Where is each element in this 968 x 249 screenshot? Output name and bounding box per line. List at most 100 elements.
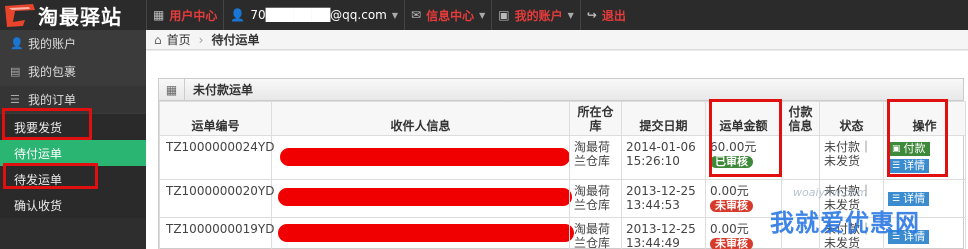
panel-title: 未付款运单 bbox=[193, 83, 254, 97]
grid-icon: ▦ bbox=[159, 78, 185, 101]
redacted-mark bbox=[280, 148, 570, 166]
logo-mark-icon bbox=[0, 0, 40, 30]
col-header-status: 状态 bbox=[819, 101, 884, 136]
nav-my-account[interactable]: ▣ 我的账户 ▼ bbox=[491, 0, 580, 30]
recipient-info bbox=[271, 217, 574, 249]
amount-value: 60.00元 bbox=[710, 140, 757, 154]
order-no: TZ1000000019YD bbox=[159, 217, 274, 249]
logo-text: 淘最驿站 bbox=[38, 4, 122, 29]
table-header-row: 运单编号 收件人信息 所在仓库 提交日期 运单金额 付款信息 状态 操作 bbox=[159, 101, 966, 136]
recipient-info bbox=[271, 135, 570, 180]
breadcrumb: ⌂ 首页 › 待付运单 bbox=[146, 30, 968, 50]
warehouse: 淘最荷兰仓库 bbox=[569, 217, 622, 249]
time-value: 15:26:10 bbox=[626, 154, 680, 168]
warehouse: 淘最荷兰仓库 bbox=[569, 179, 622, 218]
col-header-date: 提交日期 bbox=[621, 101, 706, 136]
time-value: 13:44:49 bbox=[626, 236, 680, 249]
nav-user-account[interactable]: 👤 70███████@qq.com ▼ bbox=[223, 0, 404, 30]
package-icon: ▤ bbox=[10, 65, 21, 78]
nav-logout[interactable]: ↪ 退出 bbox=[579, 0, 632, 30]
sidebar: 👤 我的账户 ▤ 我的包裹 ☰ 我的订单 我要发货 待付运单 待发运单 确认收货 bbox=[0, 30, 146, 249]
nav-message-center-label: 信息中心 bbox=[426, 8, 475, 23]
share-icon: ↪ bbox=[586, 8, 597, 22]
date-value: 2014-01-06 bbox=[626, 140, 696, 154]
status-line2: 未发货 bbox=[824, 154, 861, 168]
submit-date: 2013-12-25 13:44:49 bbox=[621, 217, 706, 249]
col-header-order-no: 运单编号 bbox=[159, 101, 272, 136]
submit-date: 2013-12-25 13:44:53 bbox=[621, 179, 706, 218]
col-header-actions: 操作 bbox=[883, 101, 966, 136]
sidebar-subitem-ship[interactable]: 我要发货 bbox=[0, 114, 146, 140]
order-no: TZ1000000024YD bbox=[159, 135, 274, 180]
warehouse: 淘最荷兰仓库 bbox=[569, 135, 622, 180]
grid-icon: ▦ bbox=[153, 8, 165, 22]
sidebar-subitem-unpaid[interactable]: 待付运单 bbox=[0, 140, 146, 166]
watermark-url: woaiyhw.com bbox=[793, 186, 868, 199]
sidebar-subitem-pending-ship[interactable]: 待发运单 bbox=[0, 166, 146, 192]
breadcrumb-current: 待付运单 bbox=[211, 33, 260, 47]
sidebar-subitem-label: 待付运单 bbox=[14, 146, 63, 161]
order-amount: 60.00元 已审核 bbox=[705, 135, 782, 180]
nav-message-center[interactable]: ✉ 信息中心 ▼ bbox=[404, 0, 491, 30]
pay-button-label: 付款 bbox=[903, 142, 926, 155]
chevron-down-icon: ▼ bbox=[479, 10, 486, 20]
app-root: 淘最驿站 ▦ 用户中心 👤 70███████@qq.com ▼ ✉ 信息中心 … bbox=[0, 0, 968, 249]
date-value: 2013-12-25 bbox=[626, 184, 696, 198]
submit-date: 2014-01-06 15:26:10 bbox=[621, 135, 706, 180]
col-header-recipient: 收件人信息 bbox=[271, 101, 570, 136]
watermark-text: 我就爱优惠网 bbox=[770, 209, 920, 237]
sidebar-item-packages[interactable]: ▤ 我的包裹 bbox=[0, 58, 146, 86]
sidebar-subitem-label: 我要发货 bbox=[14, 120, 63, 135]
date-value: 2013-12-25 bbox=[626, 222, 696, 236]
order-status: 未付款｜ 未发货 bbox=[819, 135, 884, 180]
sidebar-subitem-label: 待发运单 bbox=[14, 172, 63, 187]
detail-button[interactable]: ☰ 详情 bbox=[888, 159, 930, 173]
col-header-warehouse: 所在仓库 bbox=[569, 101, 622, 136]
picture-icon: ▣ bbox=[498, 8, 510, 22]
sidebar-item-label: 我的订单 bbox=[28, 93, 77, 107]
logo[interactable]: 淘最驿站 bbox=[0, 0, 146, 30]
nav-user-center[interactable]: ▦ 用户中心 bbox=[146, 0, 223, 30]
status-badge: 未审核 bbox=[710, 238, 753, 249]
chevron-down-icon: ▼ bbox=[391, 10, 399, 20]
sidebar-item-label: 我的包裹 bbox=[28, 65, 77, 79]
payment-info bbox=[781, 135, 820, 180]
redacted-mark bbox=[278, 188, 572, 206]
time-value: 13:44:53 bbox=[626, 198, 680, 212]
breadcrumb-separator: › bbox=[198, 32, 204, 47]
chevron-down-icon: ▼ bbox=[567, 10, 574, 20]
status-badge: 已审核 bbox=[710, 156, 753, 168]
sidebar-subitem-confirm-receipt[interactable]: 确认收货 bbox=[0, 192, 146, 218]
amount-value: 0.00元 bbox=[710, 184, 749, 198]
home-icon: ⌂ bbox=[154, 32, 162, 47]
col-header-amount: 运单金额 bbox=[705, 101, 782, 136]
user-icon: 👤 bbox=[230, 8, 246, 22]
pay-button[interactable]: ▣ 付款 bbox=[888, 142, 930, 156]
detail-button-label: 详情 bbox=[903, 159, 926, 172]
sidebar-item-account[interactable]: 👤 我的账户 bbox=[0, 30, 146, 58]
list-icon: ☰ bbox=[892, 161, 901, 171]
actions: ▣ 付款 ☰ 详情 bbox=[883, 135, 966, 180]
top-navbar: ▦ 用户中心 👤 70███████@qq.com ▼ ✉ 信息中心 ▼ ▣ 我… bbox=[146, 0, 968, 30]
breadcrumb-home[interactable]: 首页 bbox=[167, 31, 191, 48]
recipient-info bbox=[271, 179, 572, 218]
amount-value: 0.00元 bbox=[710, 222, 749, 236]
envelope-icon: ✉ bbox=[411, 8, 422, 22]
nav-user-center-label: 用户中心 bbox=[169, 8, 218, 23]
nav-user-email: 70███████@qq.com bbox=[250, 8, 387, 22]
sidebar-item-orders[interactable]: ☰ 我的订单 bbox=[0, 86, 146, 114]
nav-my-account-label: 我的账户 bbox=[514, 8, 563, 23]
money-icon: ▣ bbox=[892, 144, 901, 154]
table-row: TZ1000000024YD 淘最荷兰仓库 2014-01-06 15:26:10… bbox=[159, 135, 966, 180]
col-header-payment: 付款信息 bbox=[781, 101, 820, 136]
nav-logout-label: 退出 bbox=[601, 8, 626, 23]
sidebar-item-label: 我的账户 bbox=[28, 37, 77, 51]
list-icon: ☰ bbox=[10, 93, 20, 106]
sidebar-subitem-label: 确认收货 bbox=[14, 198, 63, 213]
user-icon: 👤 bbox=[10, 37, 24, 50]
redacted-mark bbox=[278, 224, 574, 242]
status-line1: 未付款｜ bbox=[824, 140, 873, 154]
order-no: TZ1000000020YD bbox=[159, 179, 274, 218]
panel-header: ▦ 未付款运单 bbox=[159, 78, 963, 101]
status-badge: 未审核 bbox=[710, 200, 753, 212]
